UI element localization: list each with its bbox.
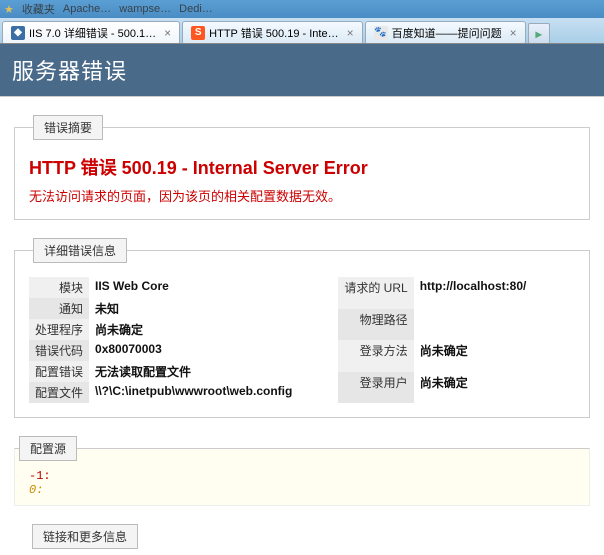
error-summary-legend: 错误摘要 [33, 115, 103, 140]
value-cfgfile: \\?\C:\inetpub\wwwroot\web.config [89, 382, 298, 403]
value-loguser: 尚未确定 [414, 372, 533, 404]
config-line-code: 0: [29, 483, 575, 497]
tab-label: HTTP 错误 500.19 - Inte… [209, 25, 338, 41]
details-left-column: 模块IIS Web Core 通知未知 处理程序尚未确定 错误代码0x80070… [29, 277, 298, 403]
error-details-legend: 详细错误信息 [33, 238, 127, 263]
bookmark-item[interactable]: Dedi… [179, 3, 213, 15]
tab-label: 百度知道——提问问题 [392, 25, 502, 41]
label-logon: 登录方法 [338, 340, 413, 372]
baidu-favicon-icon: 🐾 [374, 26, 388, 40]
bookmark-item[interactable]: wampse… [119, 3, 171, 15]
bookmark-item[interactable]: Apache… [63, 3, 111, 15]
label-module: 模块 [29, 277, 89, 298]
value-errcode: 0x80070003 [89, 340, 298, 361]
label-phys: 物理路径 [338, 309, 413, 341]
bookmark-bar: ★ 收藏夹 Apache… wampse… Dedi… [0, 0, 604, 18]
tab-bar: ◆ IIS 7.0 详细错误 - 500.1… × S HTTP 错误 500.… [0, 18, 604, 44]
config-source-section: 配置源 -1: 0: [14, 436, 590, 506]
value-cfgerr: 无法读取配置文件 [89, 361, 298, 382]
value-handler: 尚未确定 [89, 319, 298, 340]
tab-http-error[interactable]: S HTTP 错误 500.19 - Inte… × [182, 21, 362, 43]
page-title: 服务器错误 [0, 44, 604, 97]
value-phys [414, 309, 533, 341]
value-logon: 尚未确定 [414, 340, 533, 372]
value-req-url: http://localhost:80/ [414, 277, 533, 309]
label-errcode: 错误代码 [29, 340, 89, 361]
value-notify: 未知 [89, 298, 298, 319]
error-subtitle: 无法访问请求的页面，因为该页的相关配置数据无效。 [29, 186, 575, 205]
value-module: IIS Web Core [89, 277, 298, 298]
config-source-legend: 配置源 [19, 436, 77, 461]
close-icon[interactable]: × [347, 26, 354, 40]
label-notify: 通知 [29, 298, 89, 319]
label-cfgfile: 配置文件 [29, 382, 89, 403]
close-icon[interactable]: × [164, 26, 171, 40]
details-right-column: 请求的 URLhttp://localhost:80/ 物理路径 登录方法尚未确… [338, 277, 532, 403]
label-handler: 处理程序 [29, 319, 89, 340]
error-title: HTTP 错误 500.19 - Internal Server Error [29, 154, 575, 180]
tab-label: IIS 7.0 详细错误 - 500.1… [29, 25, 156, 41]
new-tab-button[interactable]: ▸ [528, 23, 550, 43]
page-body: 服务器错误 错误摘要 HTTP 错误 500.19 - Internal Ser… [0, 44, 604, 555]
label-req-url: 请求的 URL [338, 277, 413, 309]
close-icon[interactable]: × [510, 26, 517, 40]
error-summary-section: 错误摘要 HTTP 错误 500.19 - Internal Server Er… [14, 115, 590, 220]
label-loguser: 登录用户 [338, 372, 413, 404]
tab-baidu[interactable]: 🐾 百度知道——提问问题 × [365, 21, 526, 43]
more-info-legend: 链接和更多信息 [32, 524, 138, 549]
star-icon: ★ [4, 3, 14, 16]
sogou-favicon-icon: S [191, 26, 205, 40]
label-cfgerr: 配置错误 [29, 361, 89, 382]
tab-iis-error[interactable]: ◆ IIS 7.0 详细错误 - 500.1… × [2, 21, 180, 43]
error-details-section: 详细错误信息 模块IIS Web Core 通知未知 处理程序尚未确定 错误代码… [14, 238, 590, 418]
iis-favicon-icon: ◆ [11, 26, 25, 40]
bookmark-item[interactable]: 收藏夹 [22, 1, 55, 17]
config-line-number: -1: [29, 469, 575, 483]
